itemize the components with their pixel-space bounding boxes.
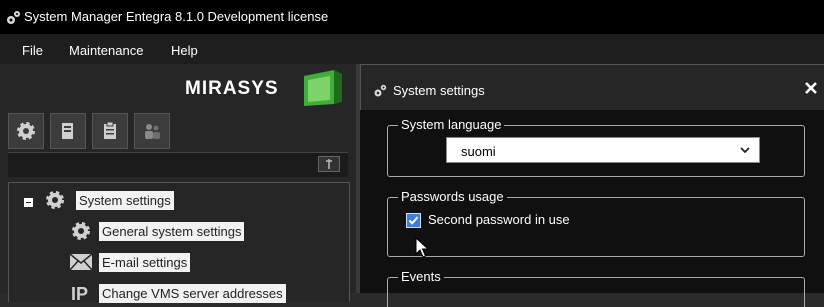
tab-devices[interactable] [92,113,128,149]
menu-maintenance[interactable]: Maintenance [69,43,143,58]
tab-users[interactable] [134,113,170,149]
mouse-pointer-icon [415,237,429,258]
users-icon [145,124,160,139]
nav-tabs [8,113,348,149]
pin-icon [326,159,332,169]
tree-toolbar [8,152,348,177]
second-password-checkbox[interactable] [406,213,421,228]
language-group: System language suomi [387,117,805,177]
logo-icon [304,70,342,106]
dialog-header: System settings [360,64,824,110]
clipboard-icon [104,121,116,139]
app-gear-icon [7,11,20,24]
passwords-group: Passwords usage Second password in use [387,189,805,257]
tree-item-system-settings[interactable]: System settings [76,191,174,210]
menu-help[interactable]: Help [171,43,198,58]
window-title: System Manager Entegra 8.1.0 Development… [24,9,329,24]
language-legend: System language [398,117,505,132]
dialog-title: System settings [393,83,485,98]
server-icon [62,123,73,139]
chevron-down-icon [740,147,750,154]
language-select[interactable]: suomi [446,137,760,163]
menu-bar: File Maintenance Help [0,34,824,64]
tab-system-settings[interactable] [8,113,44,149]
ip-icon: IP [71,284,88,302]
system-settings-dialog: System settings System language suomi Pa… [360,64,824,307]
pin-button[interactable] [318,156,340,172]
events-group: Events [387,269,805,307]
svg-text:IP: IP [71,284,88,302]
gear-icon [17,122,35,140]
settings-tree: System settings General system settings … [8,182,350,303]
tree-item-general-settings[interactable]: General system settings [99,222,245,241]
tab-servers[interactable] [50,113,86,149]
language-selected-value: suomi [461,144,496,159]
title-bar: System Manager Entegra 8.1.0 Development… [0,0,824,34]
passwords-legend: Passwords usage [398,189,507,204]
checkmark-icon [408,216,419,225]
logo-text: MIRASYS [185,78,279,99]
collapse-icon[interactable] [24,198,33,207]
navigation-panel: MIRASYS System settings General system s… [0,64,356,303]
envelope-icon [69,253,93,271]
tree-item-vms-addresses[interactable]: Change VMS server addresses [99,284,286,303]
menu-file[interactable]: File [22,43,43,58]
settings-gear-icon [374,84,387,97]
tree-item-email-settings[interactable]: E-mail settings [99,253,191,272]
gear-icon [46,191,64,209]
gear-icon [72,222,90,240]
close-icon[interactable] [804,81,818,95]
events-legend: Events [398,269,444,284]
second-password-label[interactable]: Second password in use [428,212,570,227]
